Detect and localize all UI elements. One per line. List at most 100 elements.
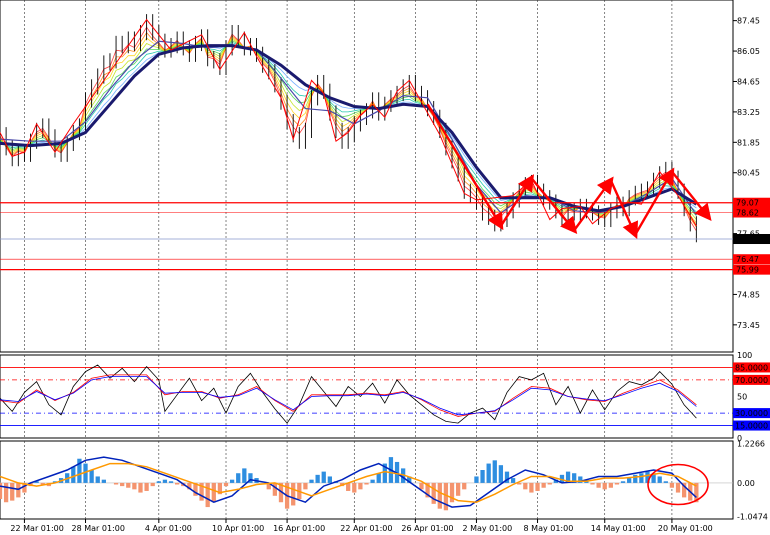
- macd-histogram-bar: [272, 482, 278, 496]
- level-label: 78.62: [736, 209, 759, 218]
- macd-histogram-bar: [657, 476, 662, 483]
- date-tick-label: 22 Apr 01:00: [340, 524, 392, 533]
- macd-histogram-bar: [492, 460, 497, 483]
- macd-histogram-bar: [211, 482, 216, 503]
- macd-histogram-bar: [156, 481, 161, 483]
- macd-histogram-bar: [486, 463, 491, 483]
- macd-histogram-bar: [168, 481, 174, 483]
- macd-histogram-bar: [370, 479, 375, 483]
- date-tick-label: 14 May 01:00: [591, 524, 646, 533]
- osc-level-label: 70.0000: [735, 376, 768, 385]
- macd-histogram-bar: [89, 470, 94, 483]
- level-label: 75.99: [736, 266, 759, 275]
- osc-tick-label: 100: [737, 351, 752, 360]
- macd-histogram-bar: [175, 482, 180, 485]
- macd-histogram-bar: [150, 482, 155, 487]
- macd-histogram-bar: [358, 482, 363, 490]
- macd-tick-label: 0.00: [737, 479, 755, 488]
- macd-histogram-bar: [596, 482, 601, 488]
- chart-background: [0, 0, 770, 535]
- price-tick-label: 74.85: [737, 290, 760, 299]
- macd-histogram-bar: [352, 482, 357, 493]
- macd-histogram-bar: [138, 482, 143, 493]
- macd-histogram-bar: [162, 479, 168, 483]
- macd-histogram-bar: [431, 482, 436, 504]
- macd-histogram-bar: [120, 482, 125, 487]
- date-tick-label: 20 May 01:00: [658, 524, 713, 533]
- price-tick-label: 87.45: [737, 17, 760, 26]
- macd-histogram-bar: [95, 476, 100, 483]
- macd-histogram-bar: [510, 478, 516, 483]
- macd-histogram-bar: [455, 482, 461, 496]
- macd-histogram-bar: [541, 482, 546, 488]
- macd-histogram-bar: [327, 476, 332, 483]
- date-tick-label: 16 Apr 01:00: [273, 524, 325, 533]
- macd-histogram-bar: [16, 482, 21, 498]
- macd-histogram-bar: [236, 473, 241, 483]
- macd-histogram-bar: [71, 466, 76, 483]
- date-tick-label: 26 Apr 01:00: [401, 524, 453, 533]
- macd-histogram-bar: [535, 482, 540, 491]
- date-tick-label: 4 Apr 01:00: [145, 524, 192, 533]
- macd-histogram-bar: [364, 482, 369, 485]
- price-tick-label: 80.45: [737, 169, 760, 178]
- osc-level-label: 15.0000: [735, 422, 768, 431]
- macd-histogram-bar: [437, 482, 442, 509]
- macd-histogram-bar: [547, 482, 552, 485]
- macd-tick-label: 1.2266: [737, 439, 765, 448]
- macd-histogram-bar: [101, 479, 106, 483]
- macd-histogram-bar: [590, 482, 595, 485]
- macd-histogram-bar: [419, 482, 424, 490]
- macd-histogram-bar: [3, 482, 9, 503]
- macd-histogram-bar: [523, 482, 528, 490]
- macd-histogram-bar: [498, 465, 504, 483]
- macd-histogram-bar: [132, 482, 137, 490]
- macd-histogram-bar: [291, 482, 296, 506]
- macd-histogram-bar: [614, 482, 620, 485]
- macd-histogram-bar: [144, 482, 149, 491]
- price-tick-label: 84.65: [737, 77, 760, 86]
- price-tick-label: 73.45: [737, 321, 760, 330]
- date-tick-label: 22 Mar 01:00: [10, 524, 63, 533]
- macd-histogram-bar: [376, 473, 381, 483]
- price-tick-label: 86.05: [737, 47, 760, 56]
- macd-histogram-bar: [608, 482, 613, 488]
- macd-histogram-bar: [462, 482, 467, 490]
- date-tick-label: 28 Mar 01:00: [72, 524, 125, 533]
- osc-tick-label: 50: [737, 393, 747, 402]
- osc-level-label: 30.0000: [735, 409, 768, 418]
- date-tick-label: 8 May 01:00: [524, 524, 574, 533]
- macd-histogram-bar: [10, 482, 15, 501]
- date-tick-label: 2 May 01:00: [462, 524, 512, 533]
- macd-histogram-bar: [639, 473, 644, 483]
- macd-histogram-bar: [675, 482, 681, 493]
- macd-histogram-bar: [205, 482, 210, 508]
- macd-histogram-bar: [474, 476, 479, 483]
- macd-histogram-bar: [303, 482, 308, 490]
- macd-histogram-bar: [663, 481, 668, 483]
- macd-tick-label: -1.0474: [737, 513, 768, 522]
- price-tick-label: 83.25: [737, 108, 760, 117]
- level-label: 76.47: [736, 255, 759, 264]
- osc-level-label: 85.0000: [735, 363, 768, 372]
- macd-histogram-bar: [480, 470, 485, 483]
- macd-histogram-bar: [0, 482, 3, 500]
- macd-histogram-bar: [602, 482, 607, 490]
- macd-histogram-bar: [315, 474, 320, 483]
- forex-chart: 87.4586.0584.6583.2581.8580.4577.6574.85…: [0, 0, 770, 535]
- level-label: 79.07: [736, 199, 759, 208]
- current-price-label: 77.40: [736, 235, 759, 244]
- macd-histogram-bar: [126, 482, 131, 488]
- macd-histogram-bar: [627, 478, 632, 483]
- macd-histogram-bar: [223, 482, 229, 487]
- macd-histogram-bar: [669, 482, 675, 488]
- macd-histogram-bar: [309, 479, 314, 483]
- macd-histogram-bar: [242, 468, 247, 483]
- macd-histogram-bar: [620, 481, 626, 483]
- macd-histogram-bar: [529, 482, 534, 493]
- macd-histogram-bar: [321, 471, 326, 483]
- macd-histogram-bar: [229, 479, 235, 483]
- macd-histogram-bar: [113, 482, 119, 485]
- price-tick-label: 81.85: [737, 138, 760, 147]
- date-tick-label: 10 Apr 01:00: [212, 524, 264, 533]
